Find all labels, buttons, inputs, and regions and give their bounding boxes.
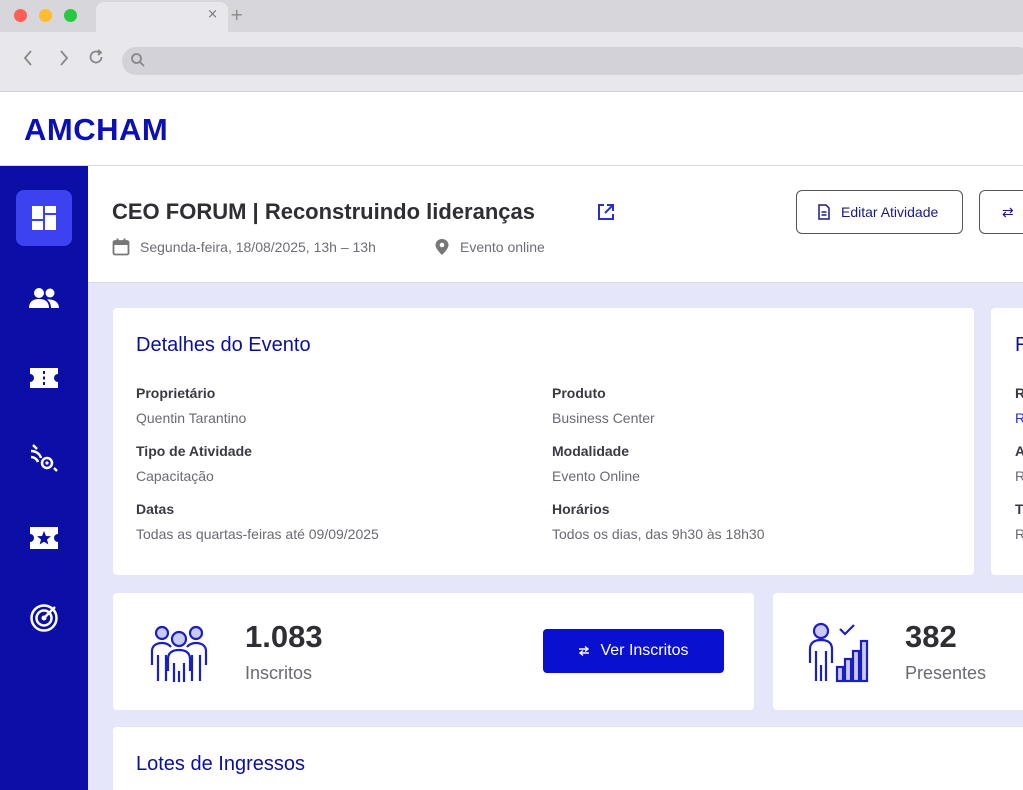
window-minimize-button[interactable] <box>39 9 52 22</box>
schedule-label: Horários <box>552 501 610 517</box>
sidebar-item-users[interactable] <box>16 270 72 326</box>
page-header: CEO FORUM | Reconstruindo lideranças Seg… <box>88 166 1023 283</box>
sidebar-item-events[interactable] <box>16 510 72 566</box>
tab-close-icon[interactable]: × <box>207 7 218 22</box>
location-pin-icon <box>435 239 449 255</box>
amcham-logo[interactable]: AMCHAM <box>24 112 168 148</box>
window-maximize-button[interactable] <box>64 9 77 22</box>
calendar-icon <box>112 238 130 256</box>
event-location: Evento online <box>434 238 545 256</box>
dashboard-icon <box>32 206 56 230</box>
external-link-icon[interactable] <box>596 202 616 226</box>
star-ticket-icon <box>30 527 58 549</box>
dates-value: Todas as quartas-feiras até 09/09/2025 <box>136 526 379 542</box>
secondary-field-value: R <box>1015 526 1023 542</box>
registrations-count: 1.083 <box>245 619 323 654</box>
forward-icon[interactable] <box>54 48 74 72</box>
swap-button[interactable]: ⇄ <box>979 190 1023 234</box>
sidebar-item-target[interactable] <box>16 590 72 646</box>
sidebar-item-tickets[interactable] <box>16 350 72 406</box>
sidebar-item-dashboard[interactable] <box>16 190 72 246</box>
edit-activity-button[interactable]: Editar Atividade <box>796 190 963 234</box>
attendees-count: 382 <box>905 619 957 654</box>
attendees-label: Presentes <box>905 663 987 683</box>
browser-tab[interactable]: × <box>96 2 228 32</box>
event-date: Segunda-feira, 18/08/2025, 13h – 13h <box>112 238 376 256</box>
product-value: Business Center <box>552 410 655 426</box>
main-content: CEO FORUM | Reconstruindo lideranças Seg… <box>88 166 1023 790</box>
view-registrations-button[interactable]: Ver Inscritos <box>543 629 724 673</box>
activity-type-label: Tipo de Atividade <box>136 443 252 459</box>
window-close-button[interactable] <box>14 9 27 22</box>
document-icon <box>818 204 830 220</box>
target-icon <box>30 604 58 632</box>
secondary-field-label: R <box>1015 385 1023 401</box>
attendance-chart-icon <box>808 622 869 683</box>
product-label: Produto <box>552 385 606 401</box>
search-icon <box>130 52 146 72</box>
browser-tabbar: × + <box>0 0 1023 32</box>
group-people-icon <box>150 625 208 682</box>
event-details-title: Detalhes do Evento <box>136 334 311 356</box>
event-location-text: Evento online <box>460 239 545 255</box>
view-registrations-label: Ver Inscritos <box>600 642 689 659</box>
registrations-label: Inscritos <box>245 663 313 683</box>
secondary-field-value: R <box>1015 468 1023 484</box>
sidebar <box>0 166 88 790</box>
ticket-batches-title: Lotes de Ingressos <box>136 753 305 775</box>
modality-value: Evento Online <box>552 468 640 484</box>
app-header: AMCHAM <box>0 92 1023 166</box>
secondary-field-label: T <box>1015 501 1023 517</box>
swap-arrows-icon <box>579 645 590 657</box>
swap-icon: ⇄ <box>1002 203 1014 220</box>
modality-label: Modalidade <box>552 443 630 459</box>
event-date-text: Segunda-feira, 18/08/2025, 13h – 13h <box>140 239 376 255</box>
secondary-details-card: R R R A R T R <box>991 308 1023 575</box>
url-bar[interactable] <box>122 47 1023 75</box>
browser-chrome: × + <box>0 0 1023 92</box>
new-tab-icon[interactable]: + <box>230 5 243 24</box>
broadcast-icon <box>30 444 58 472</box>
page-title: CEO FORUM | Reconstruindo lideranças <box>112 199 535 224</box>
attendees-card: 382 Presentes <box>773 593 1023 710</box>
edit-activity-label: Editar Atividade <box>841 204 939 220</box>
owner-label: Proprietário <box>136 385 216 401</box>
event-details-card: Detalhes do Evento Proprietário Quentin … <box>113 308 974 575</box>
reload-icon[interactable] <box>86 48 106 72</box>
secondary-field-label: A <box>1015 443 1023 459</box>
ticket-batches-card: Lotes de Ingressos <box>113 727 1023 790</box>
secondary-field-link[interactable]: R <box>1015 410 1023 426</box>
schedule-value: Todos os dias, das 9h30 às 18h30 <box>552 526 765 542</box>
activity-type-value: Capacitação <box>136 468 214 484</box>
users-icon <box>29 288 59 308</box>
sidebar-item-broadcast[interactable] <box>16 430 72 486</box>
back-icon[interactable] <box>18 48 38 72</box>
dates-label: Datas <box>136 501 175 517</box>
secondary-card-title: R <box>1015 334 1023 356</box>
ticket-icon <box>30 368 58 388</box>
browser-navbar <box>0 32 1023 90</box>
registrations-card: 1.083 Inscritos Ver Inscritos <box>113 593 754 710</box>
owner-value: Quentin Tarantino <box>136 410 247 426</box>
